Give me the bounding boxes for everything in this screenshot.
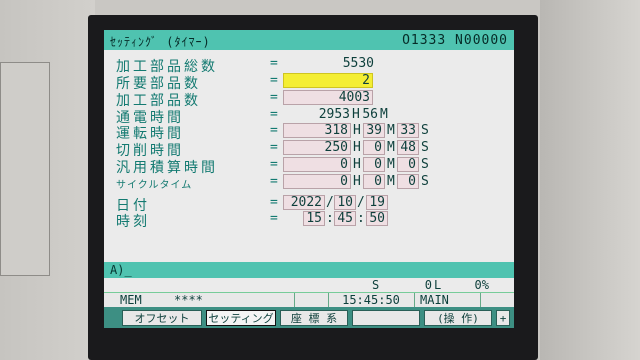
- second-unit: S: [421, 174, 429, 189]
- hour-unit: H: [353, 157, 361, 172]
- hour-unit: H: [353, 174, 361, 189]
- screen-header: ｾｯﾃｨﾝｸﾞ (ﾀｲﾏｰ) O1333 N00000: [104, 30, 514, 50]
- cycle-minutes-field[interactable]: 0: [363, 174, 385, 189]
- equals-sign: =: [270, 211, 278, 226]
- power-on-minutes: 56: [362, 107, 378, 122]
- row-cycle-time: サイクルタイム = 0 H 0 M 0 S: [104, 174, 514, 191]
- date-year-field[interactable]: 2022: [283, 195, 325, 210]
- load-percent: 0%: [474, 278, 489, 292]
- equals-sign: =: [270, 73, 278, 88]
- row-time: 時刻 = 15 : 45 : 50: [104, 211, 514, 230]
- cycle-seconds-field[interactable]: 0: [397, 174, 419, 189]
- time-minute-field[interactable]: 45: [334, 211, 356, 226]
- softkey-blank[interactable]: [352, 310, 420, 326]
- row-cutting-time: 切削時間 = 250 H 0 M 48 S: [104, 140, 514, 159]
- mode-cell: MEM ****: [104, 293, 295, 307]
- total-parts-value: 5530: [342, 56, 374, 71]
- minute-unit: M: [387, 123, 395, 138]
- row-label: サイクルタイム: [116, 180, 193, 191]
- cutting-hours-field[interactable]: 250: [283, 140, 351, 155]
- spindle-unit: L: [434, 278, 442, 292]
- operating-seconds-field[interactable]: 33: [397, 123, 419, 138]
- spindle-value: 0: [424, 278, 432, 292]
- softkey-setting[interactable]: セッティング: [206, 310, 276, 326]
- cycle-hours-field[interactable]: 0: [283, 174, 351, 189]
- equals-sign: =: [270, 56, 278, 71]
- row-date: 日付 = 2022 / 10 / 19: [104, 195, 514, 214]
- hour-unit: H: [353, 123, 361, 138]
- equals-sign: =: [270, 90, 278, 105]
- screen-title: ｾｯﾃｨﾝｸﾞ (ﾀｲﾏｰ): [110, 35, 211, 49]
- status-stars: ****: [174, 293, 203, 307]
- softkey-coordinate-system[interactable]: 座 標 系: [280, 310, 348, 326]
- second-unit: S: [421, 140, 429, 155]
- spindle-s-label: S: [372, 278, 380, 292]
- minute-unit: M: [387, 140, 395, 155]
- command-input[interactable]: A)_: [110, 263, 132, 277]
- minute-unit: M: [387, 157, 395, 172]
- equals-sign: =: [270, 174, 278, 189]
- machine-panel-right: [540, 0, 640, 360]
- row-label: 時刻: [116, 214, 150, 230]
- hour-unit: H: [353, 140, 361, 155]
- operating-hours-field[interactable]: 318: [283, 123, 351, 138]
- program-number: O1333 N00000: [402, 33, 508, 48]
- command-line[interactable]: A)_: [104, 262, 514, 278]
- softkey-operation[interactable]: (操 作): [424, 310, 492, 326]
- general-hours-field[interactable]: 0: [283, 157, 351, 172]
- machined-parts-field[interactable]: 4003: [283, 90, 373, 105]
- row-power-on-time: 通電時間 = 2953 H 56 M: [104, 107, 514, 126]
- program-state: MAIN: [416, 293, 481, 307]
- operating-minutes-field[interactable]: 39: [363, 123, 385, 138]
- row-required-parts: 所要部品数 = 2: [104, 73, 514, 92]
- equals-sign: =: [270, 140, 278, 155]
- equals-sign: =: [270, 195, 278, 210]
- equals-sign: =: [270, 157, 278, 172]
- minute-unit: M: [387, 174, 395, 189]
- date-month-field[interactable]: 10: [334, 195, 356, 210]
- minute-unit: M: [380, 107, 388, 122]
- softkey-next-icon[interactable]: +: [496, 310, 510, 326]
- softkey-offset[interactable]: オフセット: [122, 310, 202, 326]
- machine-panel-left: [0, 0, 95, 360]
- hour-unit: H: [352, 107, 360, 122]
- clock-display: 15:45:50: [328, 293, 415, 307]
- softkey-bar: オフセット セッティング 座 標 系 (操 作) +: [104, 307, 514, 328]
- time-separator: :: [357, 211, 365, 226]
- date-separator: /: [357, 195, 365, 210]
- date-separator: /: [326, 195, 334, 210]
- general-seconds-field[interactable]: 0: [397, 157, 419, 172]
- row-machined-parts: 加工部品数 = 4003: [104, 90, 514, 109]
- required-parts-field[interactable]: 2: [283, 73, 373, 88]
- time-hour-field[interactable]: 15: [303, 211, 325, 226]
- equals-sign: =: [270, 123, 278, 138]
- cutting-seconds-field[interactable]: 48: [397, 140, 419, 155]
- cnc-screen: ｾｯﾃｨﾝｸﾞ (ﾀｲﾏｰ) O1333 N00000 加工部品総数 = 553…: [104, 30, 514, 328]
- status-line-top: S 0 L 0%: [104, 278, 514, 292]
- time-separator: :: [326, 211, 334, 226]
- second-unit: S: [421, 123, 429, 138]
- general-minutes-field[interactable]: 0: [363, 157, 385, 172]
- date-day-field[interactable]: 19: [366, 195, 388, 210]
- mode-indicator: MEM: [120, 293, 142, 307]
- row-general-integrated-time: 汎用積算時間 = 0 H 0 M 0 S: [104, 157, 514, 176]
- status-empty-cell: [294, 293, 329, 307]
- time-second-field[interactable]: 50: [366, 211, 388, 226]
- machine-panel-block: [0, 62, 50, 276]
- power-on-hours: 2953: [318, 107, 350, 122]
- row-total-parts: 加工部品総数 = 5530: [104, 56, 514, 75]
- cutting-minutes-field[interactable]: 0: [363, 140, 385, 155]
- equals-sign: =: [270, 107, 278, 122]
- status-line-bottom: MEM **** 15:45:50 MAIN: [104, 292, 514, 307]
- second-unit: S: [421, 157, 429, 172]
- row-operating-time: 運転時間 = 318 H 39 M 33 S: [104, 123, 514, 142]
